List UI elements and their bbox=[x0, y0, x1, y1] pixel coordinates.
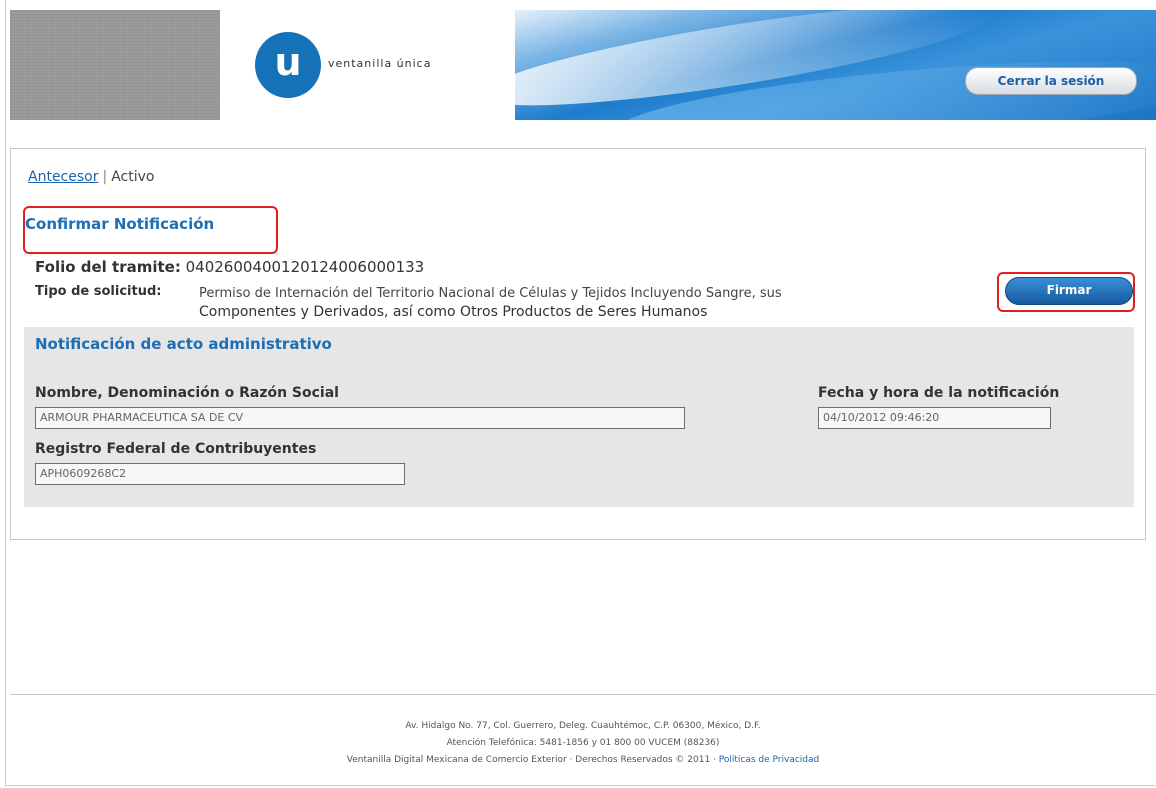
privacy-policy-link[interactable]: Políticas de Privacidad bbox=[719, 755, 819, 765]
tipo-value-line1: Permiso de Internación del Territorio Na… bbox=[199, 286, 782, 301]
name-field[interactable]: ARMOUR PHARMACEUTICA SA DE CV bbox=[35, 407, 685, 429]
date-label: Fecha y hora de la notificación bbox=[818, 385, 1060, 401]
header-graphic bbox=[515, 10, 1156, 120]
folio-row: Folio del tramite: 040260040012012400600… bbox=[35, 258, 424, 276]
footer-address: Av. Hidalgo No. 77, Col. Guerrero, Deleg… bbox=[405, 721, 761, 731]
tipo-row: Tipo de solicitud: Permiso de Internació… bbox=[35, 284, 782, 320]
footer-divider bbox=[10, 694, 1156, 695]
folio-label: Folio del tramite: bbox=[35, 258, 181, 276]
page-title: Confirmar Notificación bbox=[25, 215, 215, 233]
footer: Av. Hidalgo No. 77, Col. Guerrero, Deleg… bbox=[10, 718, 1156, 769]
logo-area: u ventanilla única bbox=[220, 10, 515, 120]
logout-button[interactable]: Cerrar la sesión bbox=[965, 67, 1137, 95]
tipo-value: Permiso de Internación del Territorio Na… bbox=[199, 284, 959, 322]
rfc-label: Registro Federal de Contribuyentes bbox=[35, 441, 317, 457]
tipo-label: Tipo de solicitud: bbox=[35, 284, 162, 299]
footer-phone: Atención Telefónica: 5481-1856 y 01 800 … bbox=[446, 738, 720, 748]
logo-text: ventanilla única bbox=[328, 57, 432, 70]
footer-copyright-text: Ventanilla Digital Mexicana de Comercio … bbox=[346, 755, 719, 765]
breadcrumb-separator: | bbox=[102, 169, 108, 185]
date-field[interactable]: 04/10/2012 09:46:20 bbox=[818, 407, 1051, 429]
name-label: Nombre, Denominación o Razón Social bbox=[35, 385, 339, 401]
notification-section: Notificación de acto administrativo Nomb… bbox=[24, 327, 1134, 507]
notification-title: Notificación de acto administrativo bbox=[35, 335, 332, 353]
breadcrumb: Antecesor | Activo bbox=[28, 169, 154, 185]
logo-icon: u bbox=[255, 32, 321, 98]
sign-button[interactable]: Firmar bbox=[1005, 277, 1133, 305]
main-panel: Antecesor | Activo Confirmar Notificación … bbox=[10, 148, 1146, 540]
breadcrumb-current: Activo bbox=[111, 169, 155, 185]
folio-value: 0402600400120124006000133 bbox=[185, 258, 425, 276]
header-gray-block bbox=[10, 10, 220, 120]
footer-copyright: Ventanilla Digital Mexicana de Comercio … bbox=[10, 752, 1156, 769]
breadcrumb-link-antecesor[interactable]: Antecesor bbox=[28, 169, 98, 185]
tipo-value-line2: Componentes y Derivados, así como Otros … bbox=[199, 304, 708, 320]
header-banner: u ventanilla única Cerrar la sesión bbox=[10, 10, 1156, 120]
rfc-field[interactable]: APH0609268C2 bbox=[35, 463, 405, 485]
